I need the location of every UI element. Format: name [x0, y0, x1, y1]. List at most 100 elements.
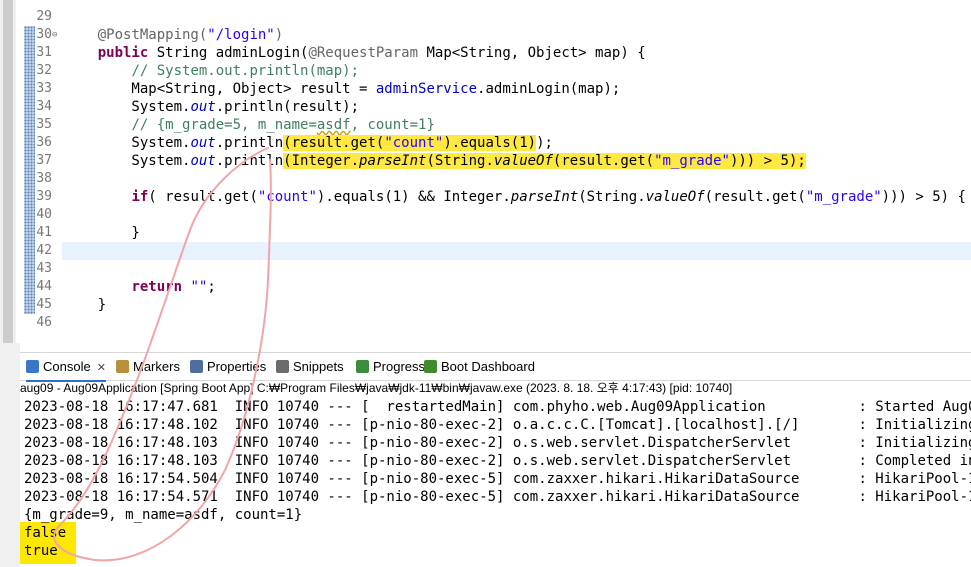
change-marker	[24, 206, 35, 224]
markers-icon	[116, 360, 129, 373]
tab-properties[interactable]: Properties	[190, 353, 266, 380]
code-editor[interactable]: 29 30 @PostMapping("/login") 31 public Str…	[0, 0, 971, 343]
code-line: 36 System.out.println(result.get("count"…	[0, 134, 971, 152]
tab-console[interactable]: Console ✕	[26, 353, 106, 382]
code-token: Map<String, Object>	[418, 45, 596, 61]
change-marker	[24, 44, 35, 62]
code-text: // {m_grade=5, m_name=asdf, count=1}	[64, 116, 435, 134]
tab-label: Markers	[133, 359, 180, 374]
properties-icon	[190, 360, 203, 373]
code-token: .println	[215, 135, 284, 151]
code-token: map	[595, 45, 621, 61]
change-marker	[24, 98, 35, 116]
snippets-icon	[276, 360, 289, 373]
code-text: }	[64, 296, 106, 314]
tab-progress[interactable]: Progress	[356, 353, 425, 380]
code-token: public	[97, 45, 149, 61]
change-marker	[24, 242, 35, 260]
change-marker	[24, 170, 35, 188]
code-text: return "";	[64, 278, 215, 296]
code-line: 38	[0, 170, 971, 188]
console-line: 2023-08-18 16:17:48.103 INFO 10740 --- […	[24, 435, 971, 451]
fold-toggle-icon[interactable]: ⊖	[52, 26, 62, 44]
code-token: .adminLogin(map);	[477, 81, 621, 97]
change-marker	[24, 296, 35, 314]
close-icon[interactable]: ✕	[97, 362, 106, 374]
change-marker	[24, 26, 35, 44]
code-token: "m_grade"	[654, 153, 730, 169]
code-line: 39 if( result.get("count").equals(1) && …	[0, 188, 971, 206]
change-marker	[24, 62, 35, 80]
console-line: {m_grade=9, m_name=asdf, count=1}	[24, 507, 303, 523]
tab-label: Properties	[207, 359, 267, 374]
console-tab-bar: Console ✕ Markers Properties Snippets Progres…	[20, 352, 971, 382]
code-token: .println(result);	[215, 99, 360, 115]
console-line: false	[24, 525, 67, 541]
tab-markers[interactable]: Markers	[116, 353, 180, 380]
code-token: @RequestParam	[308, 45, 419, 61]
code-token: System.	[64, 99, 191, 115]
code-line: 31 public String adminLogin(@RequestPara…	[0, 44, 971, 62]
code-token: "m_grade"	[805, 189, 882, 205]
code-token: ) {	[620, 45, 646, 61]
code-token: valueOf	[493, 153, 553, 169]
code-token: (String.	[426, 153, 494, 169]
code-token: parseInt	[359, 153, 427, 169]
code-token: out	[190, 99, 216, 115]
code-token: @PostMapping(	[97, 27, 208, 43]
change-marker	[24, 80, 35, 98]
code-token: ))) > 5);	[729, 153, 806, 169]
console-output[interactable]: 2023-08-18 16:17:47.681 INFO 10740 --- […	[20, 397, 971, 567]
code-token: ""	[190, 279, 208, 295]
tab-boot-dashboard[interactable]: Boot Dashboard	[424, 353, 535, 380]
code-token: ))) > 5) {	[881, 189, 966, 205]
console-launch-header: aug09 - Aug09Application [Spring Boot Ap…	[20, 381, 733, 395]
code-line: 43	[0, 260, 971, 278]
line-number: 46	[36, 315, 52, 330]
code-line: 45 }	[0, 296, 971, 314]
current-line-highlight	[62, 242, 971, 260]
code-token: parseInt	[510, 189, 579, 205]
code-token: return	[131, 279, 183, 295]
code-token: // System.out.println(map);	[131, 63, 360, 79]
code-token: "count"	[257, 189, 317, 205]
code-token: (Integer.	[283, 153, 360, 169]
line-number: 29	[36, 9, 52, 24]
code-token: ).equals(1)	[443, 135, 537, 151]
code-line: 29	[0, 8, 971, 26]
code-token: out	[190, 135, 216, 151]
code-token: adminService	[375, 81, 478, 97]
console-line: 2023-08-18 16:17:54.504 INFO 10740 --- […	[24, 471, 971, 487]
change-marker	[24, 224, 35, 242]
code-text: System.out.println(Integer.parseInt(Stri…	[64, 152, 806, 170]
code-token: (result.get(	[704, 189, 806, 205]
console-line: 2023-08-18 16:17:47.681 INFO 10740 --- […	[24, 399, 971, 415]
code-token: , count=1}	[350, 117, 435, 133]
code-line: 46	[0, 314, 971, 332]
code-token: (result.get(	[283, 135, 385, 151]
code-line: 32 // System.out.println(map);	[0, 62, 971, 80]
code-token: .println	[215, 153, 284, 169]
code-text: // System.out.println(map);	[64, 62, 359, 80]
code-token: }	[64, 225, 140, 241]
tab-label: Boot Dashboard	[441, 359, 535, 374]
change-marker	[24, 260, 35, 278]
code-token: System.	[64, 135, 191, 151]
code-token: (String.	[578, 189, 646, 205]
tab-snippets[interactable]: Snippets	[276, 353, 344, 380]
console-line: 2023-08-18 16:17:54.571 INFO 10740 --- […	[24, 489, 971, 505]
code-token: ( result.get(	[148, 189, 258, 205]
boot-dashboard-icon	[424, 360, 437, 373]
code-token: valueOf	[645, 189, 705, 205]
code-line: 35 // {m_grade=5, m_name=asdf, count=1}	[0, 116, 971, 134]
change-marker	[24, 188, 35, 206]
code-token: System.	[64, 153, 191, 169]
code-token: Map<String, Object> result =	[64, 81, 376, 97]
code-line: 40	[0, 206, 971, 224]
change-marker	[24, 116, 35, 134]
code-token: String adminLogin(	[148, 45, 309, 61]
code-line: 33 Map<String, Object> result = adminSer…	[0, 80, 971, 98]
